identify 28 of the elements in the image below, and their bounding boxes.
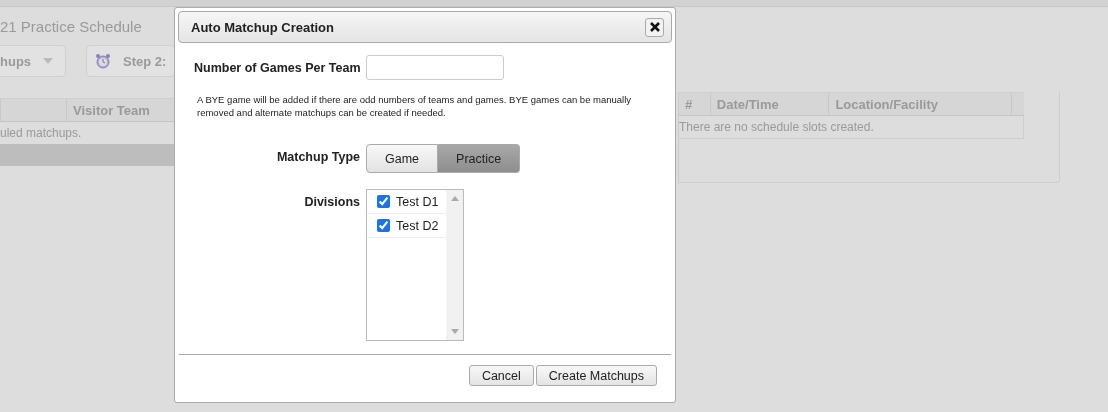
empty-message: uled matchups. bbox=[0, 125, 83, 142]
division-item[interactable]: Test D1 bbox=[367, 190, 446, 214]
field-label: Divisions bbox=[303, 194, 360, 209]
column-header: # bbox=[684, 95, 694, 114]
column-header: Date/Time bbox=[709, 93, 829, 115]
checkbox[interactable] bbox=[377, 219, 390, 232]
field-label: Number of Games Per Team bbox=[194, 60, 360, 75]
scrollbar[interactable] bbox=[446, 190, 463, 340]
close-icon bbox=[649, 22, 660, 32]
alarm-clock-icon bbox=[95, 53, 112, 69]
scroll-up-icon bbox=[450, 196, 459, 201]
create-matchups-button[interactable]: Create Matchups bbox=[535, 365, 657, 386]
empty-message: There are no schedule slots created. bbox=[679, 116, 1024, 139]
dialog-title: Auto Matchup Creation bbox=[191, 19, 334, 35]
page-title: 21 Practice Schedule bbox=[0, 18, 143, 37]
matchup-type-toggle[interactable]: Game bbox=[366, 144, 439, 173]
division-item[interactable]: Test D2 bbox=[367, 214, 446, 238]
field-label: Matchup Type bbox=[275, 149, 360, 164]
matchup-type-toggle[interactable]: Practice bbox=[438, 144, 521, 173]
bye-note: A BYE game will be added if there are odd numbers of teams and games. BYE games can be manually removed and alternate matchups can be created if needed. bbox=[197, 93, 633, 119]
close-button[interactable] bbox=[645, 17, 664, 37]
column-header: Location/Facility bbox=[828, 93, 1011, 115]
checkbox[interactable] bbox=[377, 195, 390, 208]
caret-icon bbox=[43, 58, 54, 64]
scroll-down-icon bbox=[450, 329, 459, 334]
cancel-button[interactable]: Cancel bbox=[468, 365, 534, 386]
games-per-team-field[interactable] bbox=[366, 55, 504, 80]
column-header: Visitor Team bbox=[66, 99, 156, 121]
